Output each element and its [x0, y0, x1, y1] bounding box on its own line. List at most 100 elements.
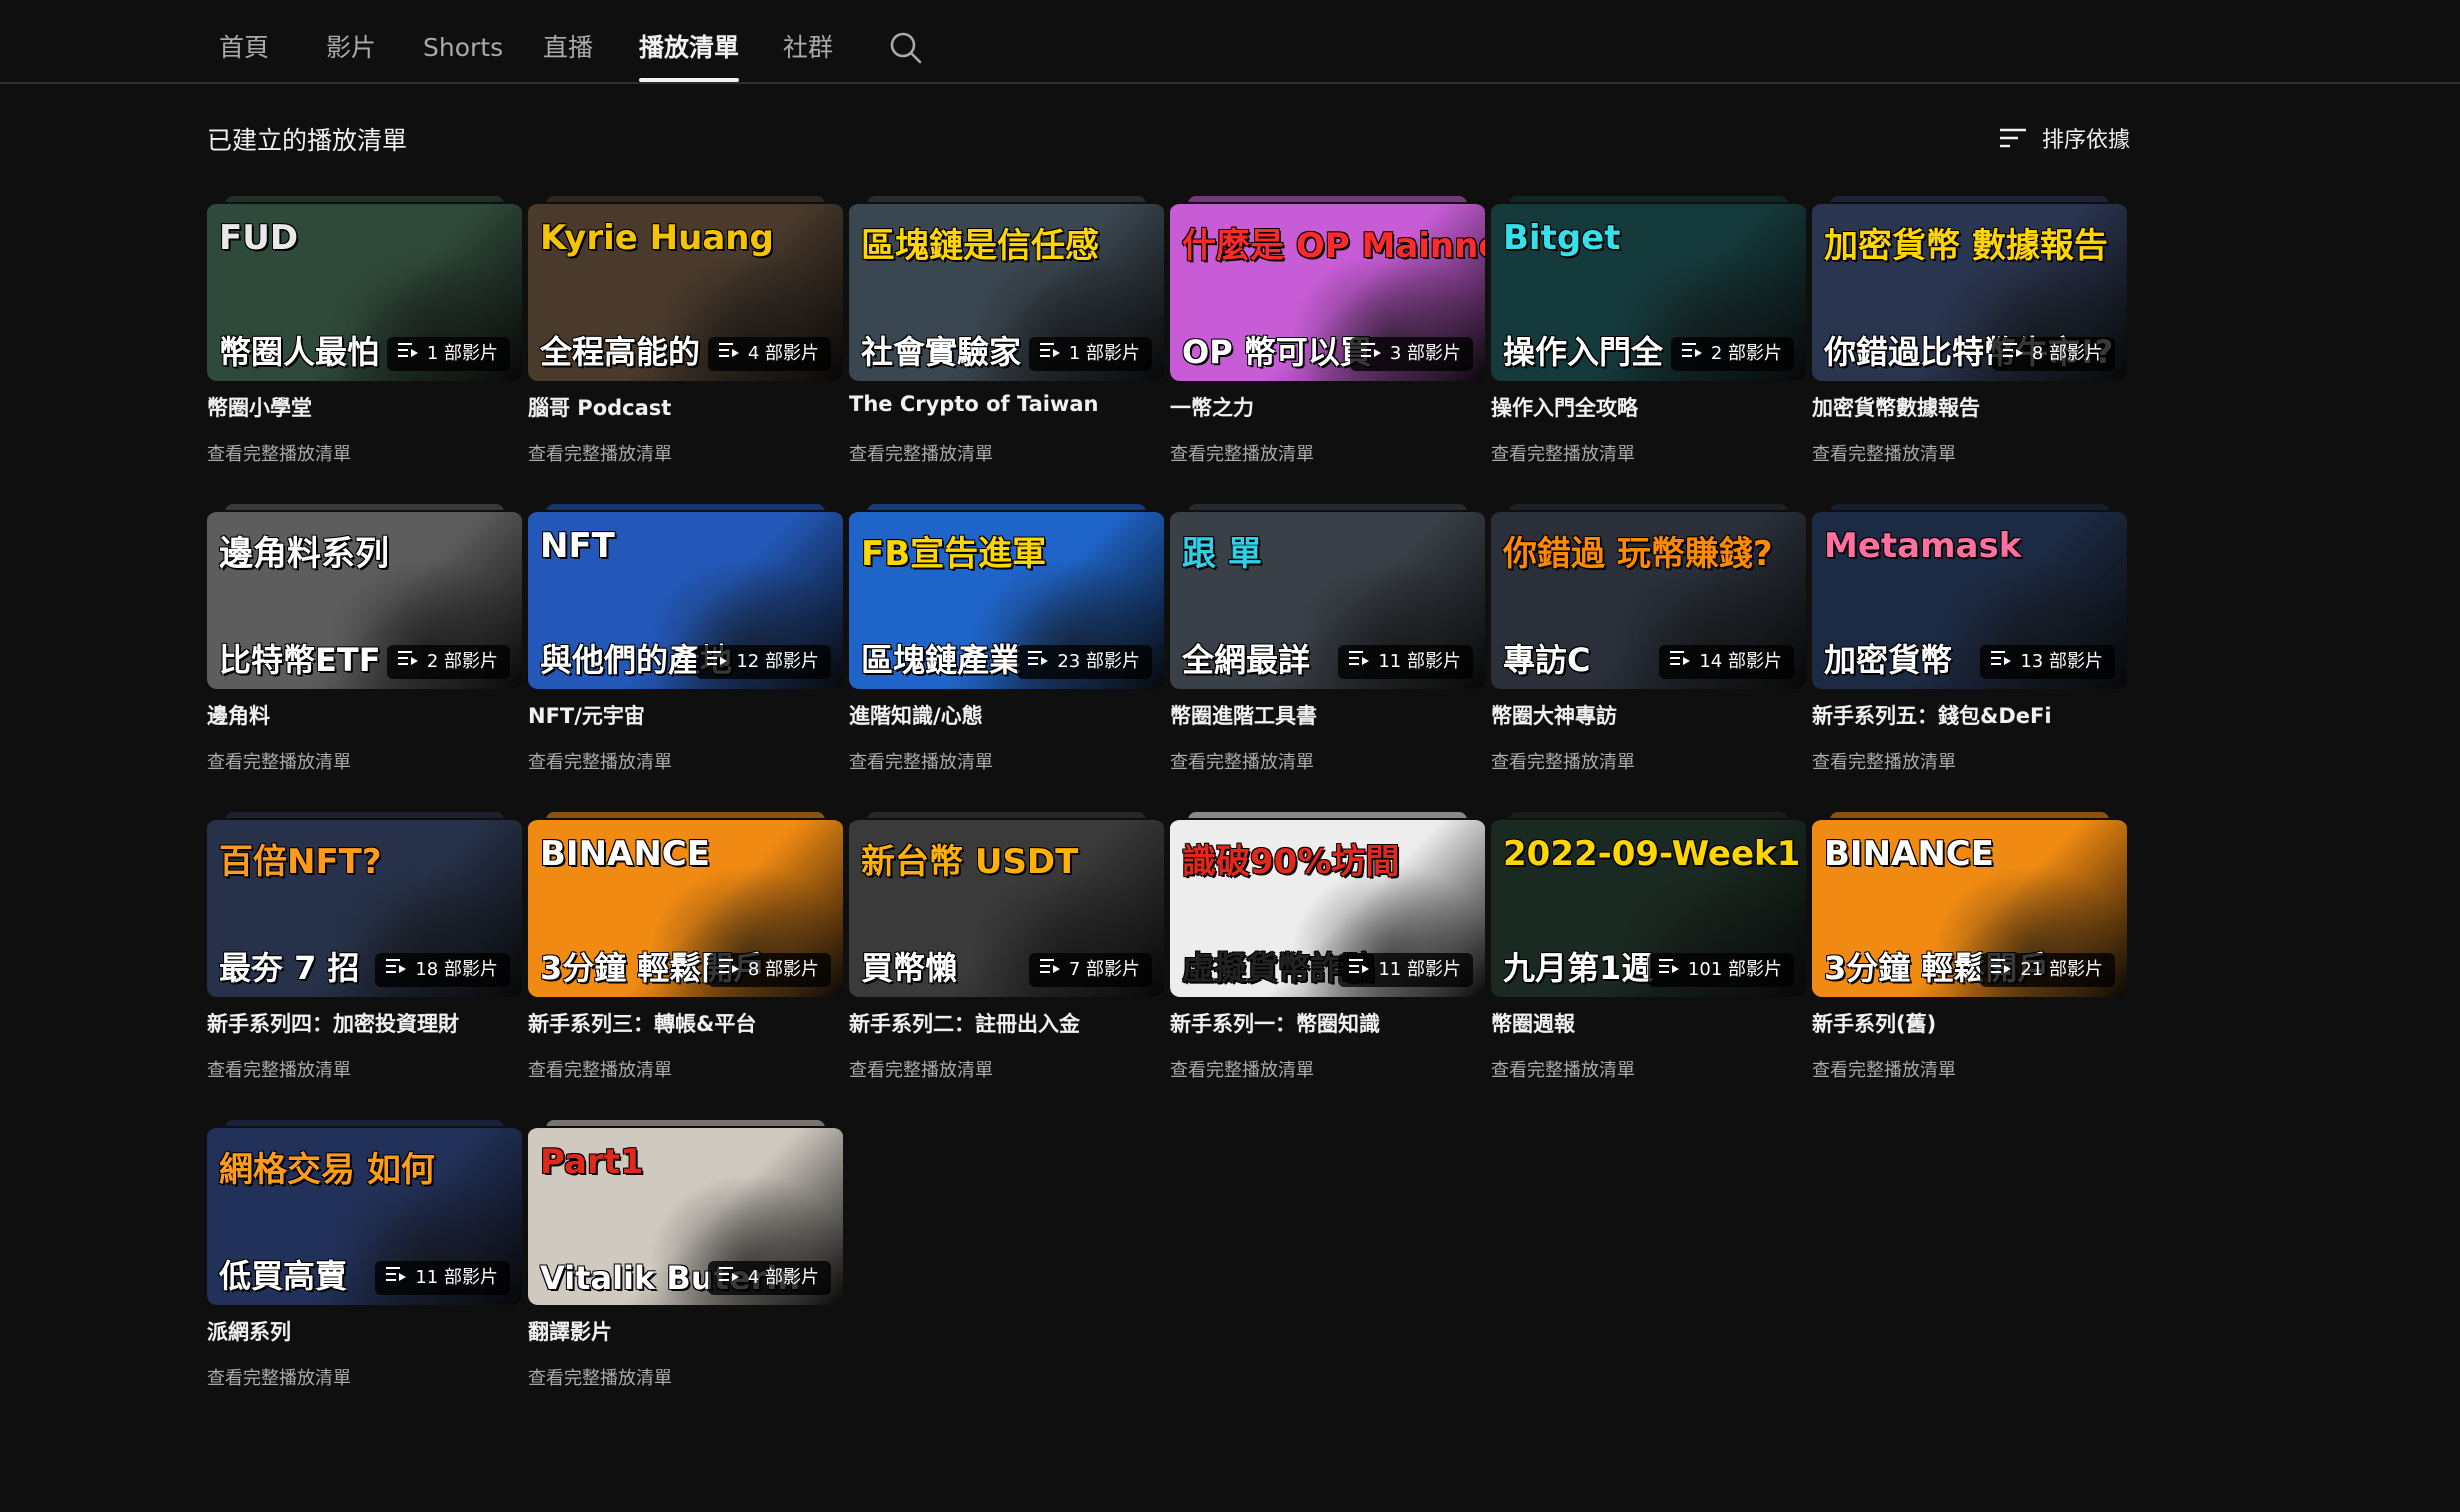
playlist-thumbnail[interactable]: 加密貨幣 數據報告 你錯過比特幣牛市!? 8 部影片	[1812, 202, 2127, 381]
view-full-playlist-link[interactable]: 查看完整播放清單	[207, 440, 351, 466]
playlist-title[interactable]: 一幣之力	[1170, 392, 1254, 422]
playlist-card[interactable]: 跟 單全網最詳 11 部影片幣圈進階工具書查看完整播放清單	[1170, 504, 1485, 812]
playlist-title[interactable]: 新手系列二：註冊出入金	[849, 1008, 1080, 1038]
playlist-thumbnail[interactable]: Bitget 操作入門全 2 部影片	[1491, 202, 1806, 381]
playlist-thumbnail[interactable]: NFT 與他們的產地 12 部影片	[528, 510, 843, 689]
playlist-title[interactable]: 新手系列三：轉帳&平台	[528, 1008, 756, 1038]
view-full-playlist-link[interactable]: 查看完整播放清單	[528, 440, 672, 466]
tab-home[interactable]: 首頁	[219, 0, 269, 82]
playlist-card[interactable]: 區塊鏈是信任感 社會實驗家 1 部影片 The Crypto of Taiwan 查看完…	[849, 196, 1164, 504]
playlist-card[interactable]: Kyrie Huang 全程高能的 4 部影片腦哥 Podcast 查看完整播放清單	[528, 196, 843, 504]
playlist-icon	[385, 953, 407, 987]
playlist-card[interactable]: 新台幣 USDT 買幣懶 7 部影片新手系列二：註冊出入金查看完整播放清單	[849, 812, 1164, 1120]
view-full-playlist-link[interactable]: 查看完整播放清單	[1170, 440, 1314, 466]
playlist-card[interactable]: 百倍NFT? 最夯 7 招 18 部影片新手系列四：加密投資理財查看完整播放清單	[207, 812, 522, 1120]
playlist-thumbnail[interactable]: Part1 Vitalik Buterin 4 部影片	[528, 1126, 843, 1305]
playlist-title[interactable]: 幣圈週報	[1491, 1008, 1575, 1038]
playlist-thumbnail[interactable]: FUD 幣圈人最怕 1 部影片	[207, 202, 522, 381]
playlist-thumbnail[interactable]: Metamask 加密貨幣 13 部影片	[1812, 510, 2127, 689]
playlist-card[interactable]: 你錯過 玩幣賺錢? 專訪C 14 部影片幣圈大神專訪查看完整播放清單	[1491, 504, 1806, 812]
playlist-title[interactable]: 腦哥 Podcast	[528, 392, 671, 422]
view-full-playlist-link[interactable]: 查看完整播放清單	[849, 1056, 993, 1082]
view-full-playlist-link[interactable]: 查看完整播放清單	[849, 748, 993, 774]
playlist-title[interactable]: 翻譯影片	[528, 1316, 612, 1346]
playlist-thumbnail[interactable]: 邊角料系列 比特幣ETF 2 部影片	[207, 510, 522, 689]
view-full-playlist-link[interactable]: 查看完整播放清單	[1812, 1056, 1956, 1082]
tab-live[interactable]: 直播	[543, 0, 593, 82]
playlist-card[interactable]: 識破90%坊間 虛擬貨幣詐騙 11 部影片新手系列一：幣圈知識查看完整播放清單	[1170, 812, 1485, 1120]
playlist-card[interactable]: 2022-09-Week1 九月第1週 101 部影片幣圈週報查看完整播放清單	[1491, 812, 1806, 1120]
playlist-thumbnail[interactable]: BINANCE 3分鐘 輕鬆開戶 8 部影片	[528, 818, 843, 997]
playlist-card[interactable]: NFT 與他們的產地 12 部影片 NFT/元宇宙查看完整播放清單	[528, 504, 843, 812]
playlist-card[interactable]: 網格交易 如何 低買高賣 11 部影片派網系列查看完整播放清單	[207, 1120, 522, 1428]
view-full-playlist-link[interactable]: 查看完整播放清單	[1491, 748, 1635, 774]
playlist-thumbnail[interactable]: 百倍NFT? 最夯 7 招 18 部影片	[207, 818, 522, 997]
playlist-title[interactable]: 進階知識/心態	[849, 700, 983, 730]
playlist-title[interactable]: 邊角料	[207, 700, 270, 730]
playlist-card[interactable]: FB宣告進軍 區塊鏈產業 23 部影片進階知識/心態查看完整播放清單	[849, 504, 1164, 812]
thumbnail-caption-bottom: 操作入門全	[1503, 333, 1664, 371]
playlist-title[interactable]: The Crypto of Taiwan	[849, 392, 1098, 416]
playlist-thumbnail[interactable]: Kyrie Huang 全程高能的 4 部影片	[528, 202, 843, 381]
playlist-thumbnail[interactable]: 新台幣 USDT 買幣懶 7 部影片	[849, 818, 1164, 997]
playlist-card[interactable]: Bitget 操作入門全 2 部影片操作入門全攻略查看完整播放清單	[1491, 196, 1806, 504]
playlist-card[interactable]: 什麼是 OP Mainnet？ OP 幣可以買 3 部影片一幣之力查看完整播放清單	[1170, 196, 1485, 504]
playlist-card[interactable]: 邊角料系列 比特幣ETF 2 部影片邊角料查看完整播放清單	[207, 504, 522, 812]
playlist-title[interactable]: 加密貨幣數據報告	[1812, 392, 1980, 422]
view-full-playlist-link[interactable]: 查看完整播放清單	[207, 748, 351, 774]
view-full-playlist-link[interactable]: 查看完整播放清單	[1491, 1056, 1635, 1082]
playlist-thumbnail[interactable]: 2022-09-Week1 九月第1週 101 部影片	[1491, 818, 1806, 997]
playlist-card[interactable]: BINANCE 3分鐘 輕鬆開戶 21 部影片新手系列(舊) 查看完整播放清單	[1812, 812, 2127, 1120]
view-full-playlist-link[interactable]: 查看完整播放清單	[528, 748, 672, 774]
view-full-playlist-link[interactable]: 查看完整播放清單	[1170, 1056, 1314, 1082]
playlist-title[interactable]: 幣圈小學堂	[207, 392, 312, 422]
view-full-playlist-link[interactable]: 查看完整播放清單	[528, 1056, 672, 1082]
playlist-title[interactable]: 幣圈進階工具書	[1170, 700, 1317, 730]
playlist-thumbnail[interactable]: 網格交易 如何 低買高賣 11 部影片	[207, 1126, 522, 1305]
video-count: 4 部影片	[747, 1267, 819, 1288]
video-count-badge: 4 部影片	[707, 337, 831, 371]
playlist-card[interactable]: Part1 Vitalik Buterin 4 部影片翻譯影片查看完整播放清單	[528, 1120, 843, 1428]
playlist-thumbnail[interactable]: 跟 單全網最詳 11 部影片	[1170, 510, 1485, 689]
playlist-title[interactable]: 派網系列	[207, 1316, 291, 1346]
playlist-title[interactable]: 新手系列四：加密投資理財	[207, 1008, 459, 1038]
view-full-playlist-link[interactable]: 查看完整播放清單	[1170, 748, 1314, 774]
playlist-card[interactable]: Metamask 加密貨幣 13 部影片新手系列五：錢包&DeFi 查看完整播放清單	[1812, 504, 2127, 812]
playlist-card[interactable]: BINANCE 3分鐘 輕鬆開戶 8 部影片新手系列三：轉帳&平台查看完整播放清單	[528, 812, 843, 1120]
playlist-title[interactable]: NFT/元宇宙	[528, 700, 645, 730]
view-full-playlist-link[interactable]: 查看完整播放清單	[849, 440, 993, 466]
view-full-playlist-link[interactable]: 查看完整播放清單	[528, 1364, 672, 1390]
playlist-thumbnail[interactable]: 區塊鏈是信任感 社會實驗家 1 部影片	[849, 202, 1164, 381]
video-count: 18 部影片	[415, 959, 498, 980]
thumbnail-caption-top: 百倍NFT?	[219, 842, 382, 882]
video-count-badge: 2 部影片	[386, 645, 510, 679]
view-full-playlist-link[interactable]: 查看完整播放清單	[207, 1364, 351, 1390]
tab-videos[interactable]: 影片	[326, 0, 376, 82]
thumbnail-caption-bottom: 加密貨幣	[1824, 641, 1953, 679]
video-count: 1 部影片	[426, 343, 498, 364]
view-full-playlist-link[interactable]: 查看完整播放清單	[207, 1056, 351, 1082]
playlist-thumbnail[interactable]: FB宣告進軍 區塊鏈產業 23 部影片	[849, 510, 1164, 689]
playlist-icon	[706, 645, 728, 679]
playlist-title[interactable]: 新手系列(舊)	[1812, 1008, 1936, 1038]
view-full-playlist-link[interactable]: 查看完整播放清單	[1812, 440, 1956, 466]
view-full-playlist-link[interactable]: 查看完整播放清單	[1491, 440, 1635, 466]
playlist-thumbnail[interactable]: BINANCE 3分鐘 輕鬆開戶 21 部影片	[1812, 818, 2127, 997]
playlist-thumbnail[interactable]: 識破90%坊間 虛擬貨幣詐騙 11 部影片	[1170, 818, 1485, 997]
playlist-title[interactable]: 操作入門全攻略	[1491, 392, 1638, 422]
playlist-title[interactable]: 新手系列一：幣圈知識	[1170, 1008, 1380, 1038]
playlist-icon	[718, 1261, 740, 1295]
playlist-card[interactable]: 加密貨幣 數據報告 你錯過比特幣牛市!? 8 部影片加密貨幣數據報告查看完整播放清單	[1812, 196, 2127, 504]
view-full-playlist-link[interactable]: 查看完整播放清單	[1812, 748, 1956, 774]
playlist-card[interactable]: FUD 幣圈人最怕 1 部影片幣圈小學堂查看完整播放清單	[207, 196, 522, 504]
playlist-title[interactable]: 幣圈大神專訪	[1491, 700, 1617, 730]
search-button[interactable]	[888, 30, 924, 66]
tab-shorts[interactable]: Shorts	[423, 0, 503, 82]
playlist-thumbnail[interactable]: 什麼是 OP Mainnet？ OP 幣可以買 3 部影片	[1170, 202, 1485, 381]
playlist-title[interactable]: 新手系列五：錢包&DeFi	[1812, 700, 2052, 730]
sort-button[interactable]: 排序依據	[1998, 118, 2130, 158]
thumbnail-caption-top: 你錯過 玩幣賺錢?	[1503, 534, 1773, 574]
playlist-thumbnail[interactable]: 你錯過 玩幣賺錢? 專訪C 14 部影片	[1491, 510, 1806, 689]
tab-community[interactable]: 社群	[783, 0, 833, 82]
tab-playlists[interactable]: 播放清單	[639, 0, 740, 82]
